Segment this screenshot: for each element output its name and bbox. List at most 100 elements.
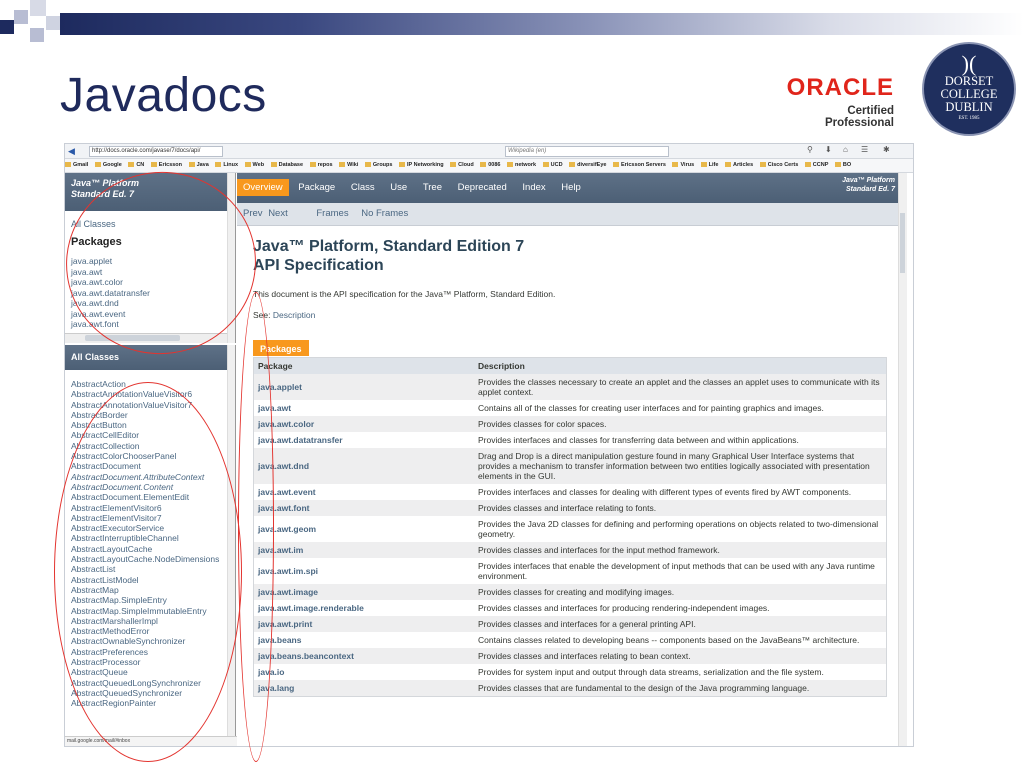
tab-deprecated[interactable]: Deprecated [452, 179, 513, 196]
class-link[interactable]: AbstractMap.SimpleEntry [71, 595, 235, 605]
bookmark-item[interactable]: Web [244, 159, 264, 172]
class-link[interactable]: AbstractMarshallerImpl [71, 616, 235, 626]
class-link[interactable]: AbstractButton [71, 420, 235, 430]
package-name-link[interactable]: java.awt.geom [253, 516, 474, 542]
class-link[interactable]: AbstractQueuedLongSynchronizer [71, 678, 235, 688]
scrollbar-thumb[interactable] [85, 335, 180, 341]
package-name-link[interactable]: java.awt.font [253, 500, 474, 516]
class-link[interactable]: AbstractAnnotationValueVisitor7 [71, 400, 235, 410]
bookmark-item[interactable]: Java [188, 159, 209, 172]
bookmark-item[interactable]: repos [309, 159, 333, 172]
url-input[interactable]: http://docs.oracle.com/javase/7/docs/api… [89, 146, 223, 157]
class-link[interactable]: AbstractMap [71, 585, 235, 595]
package-name-link[interactable]: java.awt.im.spi [253, 558, 474, 584]
horizontal-scrollbar[interactable] [65, 333, 235, 343]
package-link[interactable]: java.awt.color [71, 277, 235, 288]
bookmark-item[interactable]: Google [94, 159, 122, 172]
vertical-scrollbar[interactable] [898, 173, 907, 746]
package-link[interactable]: java.applet [71, 256, 235, 267]
bookmark-item[interactable]: diversifEye [569, 159, 606, 172]
class-link[interactable]: AbstractQueue [71, 667, 235, 677]
home-icon[interactable]: ⌂ [843, 145, 848, 154]
description-link[interactable]: Description [273, 310, 316, 320]
bookmark-item[interactable]: Virus [672, 159, 694, 172]
class-link[interactable]: AbstractDocument.AttributeContext [71, 472, 235, 482]
tab-overview[interactable]: Overview [237, 179, 289, 196]
package-name-link[interactable]: java.awt [253, 400, 474, 416]
bookmark-item[interactable]: 0086 [480, 159, 500, 172]
bookmark-item[interactable]: Ericsson Servers [612, 159, 666, 172]
class-link[interactable]: AbstractMethodError [71, 626, 235, 636]
package-name-link[interactable]: java.awt.datatransfer [253, 432, 474, 448]
bookmark-item[interactable]: network [507, 159, 536, 172]
frames-link[interactable]: Frames [316, 208, 348, 219]
class-link[interactable]: AbstractProcessor [71, 657, 235, 667]
bookmark-menu-icon[interactable]: ☰ [861, 145, 868, 154]
package-name-link[interactable]: java.applet [253, 374, 474, 400]
no-frames-link[interactable]: No Frames [361, 208, 408, 219]
class-link[interactable]: AbstractBorder [71, 410, 235, 420]
class-link[interactable]: AbstractExecutorService [71, 523, 235, 533]
class-link[interactable]: AbstractAction [71, 379, 235, 389]
package-name-link[interactable]: java.awt.image [253, 584, 474, 600]
class-link[interactable]: AbstractElementVisitor7 [71, 513, 235, 523]
tab-index[interactable]: Index [516, 179, 551, 196]
prev-link[interactable]: Prev [243, 208, 263, 219]
tab-tree[interactable]: Tree [417, 179, 448, 196]
class-link[interactable]: AbstractQueuedSynchronizer [71, 688, 235, 698]
package-name-link[interactable]: java.beans [253, 632, 474, 648]
class-link[interactable]: AbstractLayoutCache [71, 544, 235, 554]
bookmark-item[interactable]: Wiki [339, 159, 358, 172]
package-link[interactable]: java.awt.event [71, 309, 235, 320]
next-link[interactable]: Next [268, 208, 288, 219]
package-name-link[interactable]: java.awt.im [253, 542, 474, 558]
bookmark-item[interactable]: UCD [542, 159, 563, 172]
bookmark-item[interactable]: Life [700, 159, 718, 172]
tab-help[interactable]: Help [555, 179, 587, 196]
package-link[interactable]: java.awt.font [71, 319, 235, 330]
class-link[interactable]: AbstractAnnotationValueVisitor6 [71, 389, 235, 399]
package-link[interactable]: java.awt.datatransfer [71, 288, 235, 299]
scrollbar-thumb[interactable] [900, 213, 905, 273]
class-link[interactable]: AbstractDocument.Content [71, 482, 235, 492]
class-link[interactable]: AbstractPreferences [71, 647, 235, 657]
download-icon[interactable]: ⬇ [825, 145, 832, 154]
bookmark-item[interactable]: Gmail [65, 159, 88, 172]
package-name-link[interactable]: java.awt.color [253, 416, 474, 432]
back-arrow-icon[interactable]: ◀ [68, 146, 80, 156]
package-name-link[interactable]: java.awt.dnd [253, 448, 474, 484]
tab-class[interactable]: Class [345, 179, 381, 196]
vertical-scrollbar[interactable] [227, 173, 235, 343]
bookmark-item[interactable]: CN [128, 159, 144, 172]
tab-use[interactable]: Use [384, 179, 413, 196]
bookmark-item[interactable]: BO [834, 159, 851, 172]
bookmark-item[interactable]: Cisco Certs [759, 159, 798, 172]
class-link[interactable]: AbstractElementVisitor6 [71, 503, 235, 513]
bookmark-item[interactable]: IP Networking [399, 159, 444, 172]
class-link[interactable]: AbstractInterruptibleChannel [71, 533, 235, 543]
bookmark-item[interactable]: Ericsson [150, 159, 182, 172]
tab-package[interactable]: Package [292, 179, 341, 196]
bookmark-item[interactable]: Linux [215, 159, 238, 172]
class-link[interactable]: AbstractLayoutCache.NodeDimensions [71, 554, 235, 564]
class-link[interactable]: AbstractDocument [71, 461, 235, 471]
class-link[interactable]: AbstractList [71, 564, 235, 574]
package-link[interactable]: java.awt.dnd [71, 298, 235, 309]
class-link[interactable]: AbstractDocument.ElementEdit [71, 492, 235, 502]
package-name-link[interactable]: java.beans.beancontext [253, 648, 474, 664]
search-icon[interactable]: ⚲ [807, 145, 813, 154]
package-link[interactable]: java.awt [71, 267, 235, 278]
class-link[interactable]: AbstractMap.SimpleImmutableEntry [71, 606, 235, 616]
bookmark-item[interactable]: Cloud [450, 159, 474, 172]
package-name-link[interactable]: java.awt.print [253, 616, 474, 632]
class-link[interactable]: AbstractColorChooserPanel [71, 451, 235, 461]
package-name-link[interactable]: java.awt.event [253, 484, 474, 500]
class-link[interactable]: AbstractCollection [71, 441, 235, 451]
package-name-link[interactable]: java.io [253, 664, 474, 680]
package-name-link[interactable]: java.awt.image.renderable [253, 600, 474, 616]
search-input[interactable]: Wikipedia (en) [505, 146, 669, 157]
bookmark-item[interactable]: CCNP [804, 159, 828, 172]
addon-icon[interactable]: ✱ [883, 145, 890, 154]
package-name-link[interactable]: java.lang [253, 680, 474, 697]
class-link[interactable]: AbstractListModel [71, 575, 235, 585]
